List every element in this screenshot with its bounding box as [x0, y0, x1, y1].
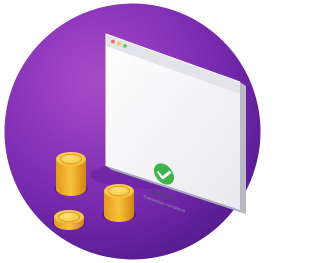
illustration: Success Transaction completed [0, 0, 265, 263]
coin-stack-icon [104, 184, 134, 204]
coin-stack-icon [56, 152, 86, 172]
illustration-canvas: Success Transaction completed [4, 3, 261, 260]
coin-stack-icon [54, 210, 84, 230]
